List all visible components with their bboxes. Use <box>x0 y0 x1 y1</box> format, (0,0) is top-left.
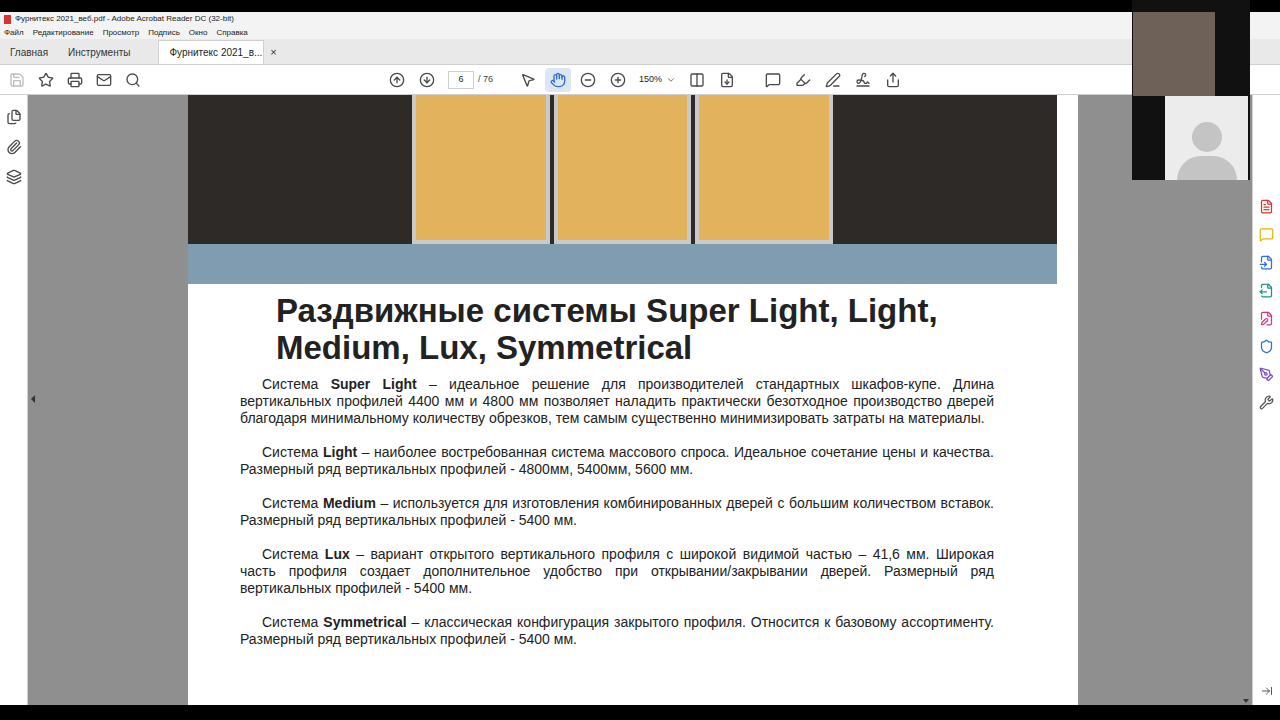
pages-icon[interactable] <box>6 109 22 125</box>
save-button[interactable] <box>4 68 30 92</box>
bookmark-button[interactable] <box>33 68 59 92</box>
plus-icon <box>610 72 626 88</box>
tab[interactable]: Главная <box>0 40 58 64</box>
tool-icon[interactable] <box>1259 227 1274 242</box>
printer-icon <box>67 72 83 88</box>
signature-icon <box>855 72 871 88</box>
screen: Фурнитекс 2021_веб.pdf - Adobe Acrobat R… <box>0 0 1280 720</box>
columns-icon <box>689 72 705 88</box>
menu-item[interactable]: Справка <box>216 28 247 38</box>
mail-button[interactable] <box>91 68 117 92</box>
pdf-icon <box>4 15 11 24</box>
paperclip-icon[interactable] <box>6 139 22 155</box>
page-input[interactable]: 6 <box>448 71 474 89</box>
tool-icon[interactable] <box>1259 339 1274 354</box>
left-collapse-arrow[interactable] <box>31 395 35 403</box>
comment-button[interactable] <box>760 68 786 92</box>
scroll-icon <box>719 72 735 88</box>
workspace: Раздвижные системы Super Light, Light,Me… <box>0 95 1280 705</box>
tool-icon[interactable] <box>1259 311 1274 326</box>
page-count: / 76 <box>478 73 493 87</box>
camera-video <box>1133 12 1215 96</box>
page-body: Система Super Light – идеальное решение … <box>188 376 994 668</box>
menu-item[interactable]: Просмотр <box>103 28 140 38</box>
collapse-icon[interactable] <box>1261 685 1273 697</box>
star-icon <box>38 72 54 88</box>
menu-bar: Файл Редактирование Просмотр Подпись Окно Спр… <box>0 26 1280 39</box>
page-photo <box>188 95 1057 284</box>
print-button[interactable] <box>62 68 88 92</box>
search-button[interactable] <box>120 68 146 92</box>
chevron-down-icon <box>666 75 676 85</box>
select-tool[interactable] <box>515 68 541 92</box>
left-panel <box>0 95 28 705</box>
document-view[interactable]: Раздвижные системы Super Light, Light,Me… <box>28 95 1240 705</box>
menu-item[interactable]: Подпись <box>148 28 180 38</box>
tool-icon[interactable] <box>1259 199 1274 214</box>
menu-item[interactable]: Окно <box>189 28 208 38</box>
right-tools-panel <box>1252 95 1280 705</box>
avatar-body-icon <box>1177 156 1237 180</box>
tab-close[interactable]: × <box>270 44 276 61</box>
share-icon <box>885 72 901 88</box>
title-bar: Фурнитекс 2021_веб.pdf - Adobe Acrobat R… <box>0 12 1280 26</box>
zoom-out-button[interactable] <box>575 68 601 92</box>
mail-icon <box>96 72 112 88</box>
tab[interactable]: Фурнитекс 2021_в...× <box>158 40 264 64</box>
scrollbar[interactable] <box>1240 95 1252 705</box>
minus-icon <box>580 72 596 88</box>
window-title: Фурнитекс 2021_веб.pdf - Adobe Acrobat R… <box>15 14 234 24</box>
tab-bar: ГлавнаяИнструменты Фурнитекс 2021_в...× <box>0 39 1280 65</box>
paragraph: Система Lux – вариант открытого вертикал… <box>240 546 994 597</box>
pointer-icon <box>520 72 536 88</box>
paragraph: Система Super Light – идеальное решение … <box>240 376 994 427</box>
pen-icon <box>825 72 841 88</box>
page-heading: Раздвижные системы Super Light, Light,Me… <box>188 284 1078 376</box>
fit-button[interactable] <box>684 68 710 92</box>
pdf-page: Раздвижные системы Super Light, Light,Me… <box>188 95 1078 705</box>
tool-icon[interactable] <box>1259 367 1274 382</box>
heading-line: Раздвижные системы Super Light, Light, <box>276 292 1078 329</box>
search-icon <box>125 72 141 88</box>
save-icon <box>9 72 25 88</box>
heading-line: Medium, Lux, Symmetrical <box>276 329 1078 366</box>
share-button[interactable] <box>880 68 906 92</box>
participant-tile <box>1165 96 1248 180</box>
highlighter-icon <box>795 72 811 88</box>
tool-icon[interactable] <box>1259 395 1274 410</box>
layers-icon[interactable] <box>6 169 22 185</box>
scroll-mode-button[interactable] <box>714 68 740 92</box>
arrow-up-icon <box>389 72 405 88</box>
arrow-down-icon <box>419 72 435 88</box>
bottom-strip <box>0 705 1280 720</box>
hand-tool[interactable] <box>545 68 571 92</box>
menu-item[interactable]: Редактирование <box>33 28 94 38</box>
comment-icon <box>765 72 781 88</box>
top-strip <box>0 0 1280 12</box>
prev-page-button[interactable] <box>384 68 410 92</box>
paragraph: Система Light – наиболее востребованная … <box>240 444 994 478</box>
highlight-button[interactable] <box>790 68 816 92</box>
tool-icon[interactable] <box>1259 283 1274 298</box>
zoom-select[interactable]: 150% <box>635 71 680 89</box>
menu-item[interactable]: Файл <box>4 28 24 38</box>
paragraph: Система Medium – используется для изгото… <box>240 495 994 529</box>
toolbar: 6 / 76 150% <box>0 65 1280 95</box>
avatar-head-icon <box>1192 122 1222 152</box>
zoom-in-button[interactable] <box>605 68 631 92</box>
sign-button[interactable] <box>850 68 876 92</box>
next-page-button[interactable] <box>414 68 440 92</box>
tool-icon[interactable] <box>1259 255 1274 270</box>
hand-icon <box>550 72 566 88</box>
tab[interactable]: Инструменты <box>58 40 140 64</box>
video-call-overlay <box>1132 0 1250 180</box>
draw-button[interactable] <box>820 68 846 92</box>
paragraph: Система Symmetrical – классическая конфи… <box>240 614 994 648</box>
